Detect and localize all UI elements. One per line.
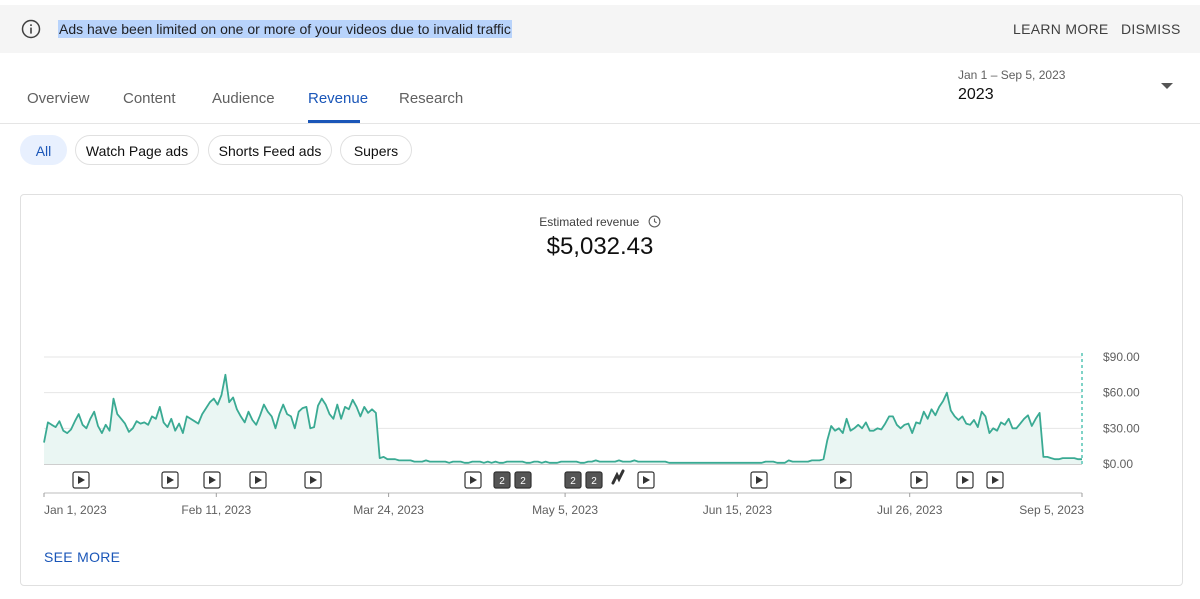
tab-revenue[interactable]: Revenue — [308, 90, 368, 107]
chip-all[interactable]: All — [20, 135, 67, 165]
chip-watch-page-ads[interactable]: Watch Page ads — [75, 135, 199, 165]
clock-icon — [648, 215, 661, 228]
tab-audience[interactable]: Audience — [212, 90, 275, 107]
active-tab-indicator — [308, 120, 360, 123]
date-range-value: 2023 — [958, 86, 994, 103]
alert-banner: Ads have been limited on one or more of … — [0, 5, 1200, 53]
tab-overview[interactable]: Overview — [27, 90, 90, 107]
date-range-label: Jan 1 – Sep 5, 2023 — [958, 68, 1066, 82]
metric-value: $5,032.43 — [546, 233, 654, 260]
analytics-tabs: Overview Content Audience Revenue Resear… — [0, 53, 1200, 124]
see-more-link[interactable]: SEE MORE — [44, 549, 120, 565]
learn-more-button[interactable]: LEARN MORE — [1013, 20, 1109, 38]
dismiss-button[interactable]: DISMISS — [1121, 20, 1181, 38]
tab-research[interactable]: Research — [399, 90, 463, 107]
info-icon — [21, 19, 41, 39]
tab-content[interactable]: Content — [123, 90, 176, 107]
banner-message: Ads have been limited on one or more of … — [58, 20, 512, 38]
metric-label: Estimated revenue — [0, 215, 1200, 229]
chip-supers[interactable]: Supers — [340, 135, 412, 165]
chip-shorts-feed-ads[interactable]: Shorts Feed ads — [208, 135, 332, 165]
chevron-down-icon[interactable] — [1161, 83, 1173, 89]
